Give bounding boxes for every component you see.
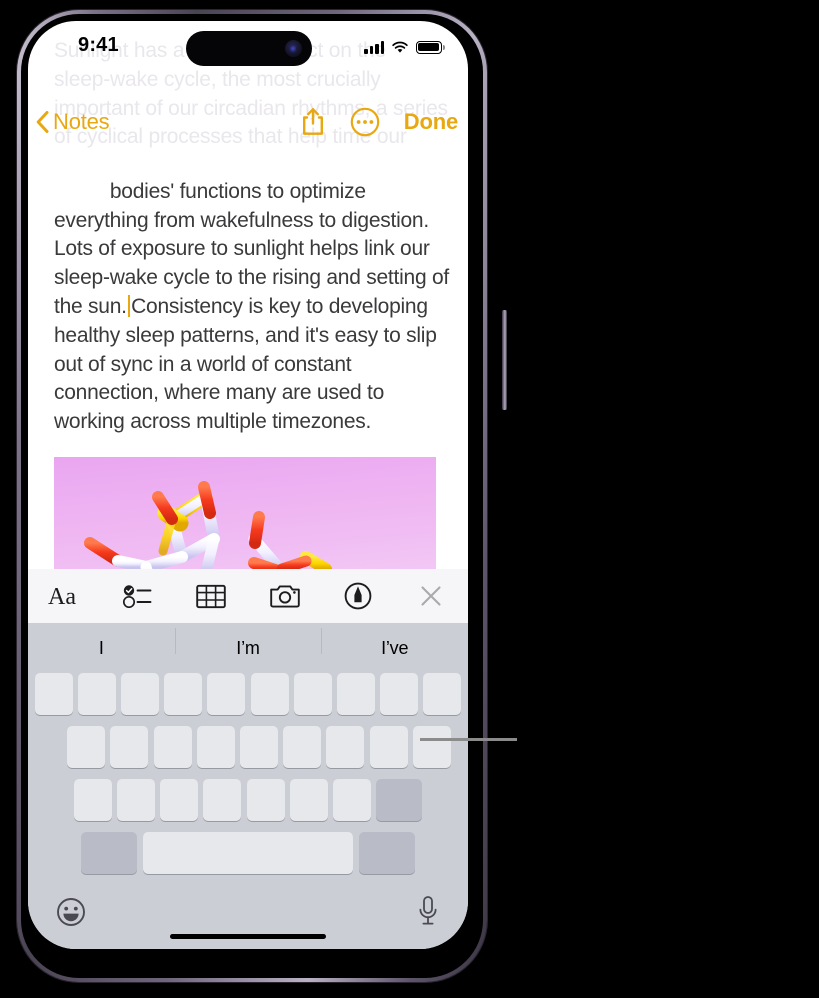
key[interactable] [246, 779, 285, 821]
note-format-toolbar: Aa [28, 569, 468, 623]
key[interactable] [164, 673, 203, 715]
key[interactable] [121, 673, 160, 715]
markup-pen-icon [344, 582, 372, 610]
key[interactable] [160, 779, 199, 821]
prediction-3[interactable]: I’ve [321, 627, 468, 659]
cellular-bars-icon [364, 40, 384, 54]
format-aa-icon: Aa [48, 584, 76, 609]
key[interactable] [293, 673, 332, 715]
key[interactable] [153, 726, 192, 768]
status-bar: 9:41 [28, 21, 468, 73]
done-button[interactable]: Done [404, 109, 458, 135]
table-icon [196, 584, 227, 608]
microphone-icon[interactable] [416, 895, 440, 927]
iphone-screen: Sunlight has a powerful effect on the sl… [28, 21, 468, 949]
checklist-icon [122, 585, 152, 608]
key[interactable] [289, 779, 328, 821]
key[interactable] [380, 673, 419, 715]
back-label: Notes [53, 109, 110, 134]
leader-line-to-keyboard-key [420, 738, 517, 741]
numbers-key[interactable] [81, 832, 137, 874]
key[interactable] [240, 726, 278, 768]
battery-full-icon [416, 40, 445, 54]
key[interactable] [207, 673, 246, 715]
key[interactable] [67, 726, 106, 768]
keyboard-row-1 [28, 673, 468, 715]
space-key[interactable] [143, 832, 353, 874]
prediction-2[interactable]: I’m [174, 627, 322, 659]
key[interactable] [110, 726, 149, 768]
return-key[interactable] [359, 832, 415, 874]
key[interactable] [73, 779, 112, 821]
close-keyboard-button[interactable] [395, 569, 468, 623]
key[interactable] [196, 726, 235, 768]
key[interactable] [332, 779, 371, 821]
navigation-bar: Notes Done [28, 107, 468, 149]
camera-button[interactable] [248, 569, 321, 623]
power-button[interactable] [502, 310, 507, 410]
molecule-image-attachment[interactable] [54, 457, 436, 569]
key[interactable] [369, 726, 408, 768]
nav-actions: Done [300, 107, 458, 137]
share-icon[interactable] [300, 107, 326, 137]
back-to-notes-button[interactable]: Notes [36, 109, 110, 135]
software-keyboard: I I’m I’ve [28, 623, 468, 949]
key[interactable] [117, 779, 156, 821]
backspace-key[interactable] [376, 779, 423, 821]
key[interactable] [326, 726, 365, 768]
keyboard-bottom-row [28, 891, 468, 949]
dynamic-island [186, 31, 312, 66]
status-time: 9:41 [78, 34, 119, 56]
key-callout-target[interactable] [412, 726, 451, 768]
checklist-button[interactable] [101, 569, 174, 623]
table-button[interactable] [175, 569, 248, 623]
note-content-area[interactable]: bodies' functions to optimize everything… [28, 149, 468, 569]
keyboard-row-4 [28, 832, 468, 874]
key[interactable] [34, 673, 73, 715]
home-indicator[interactable] [170, 934, 326, 939]
front-camera-icon [285, 40, 302, 57]
key[interactable] [283, 726, 322, 768]
status-indicators [364, 37, 445, 57]
note-body-text[interactable]: bodies' functions to optimize everything… [54, 149, 450, 466]
prediction-1[interactable]: I [28, 638, 175, 659]
keyboard-row-3 [28, 779, 468, 821]
iphone-device-frame: Sunlight has a powerful effect on the sl… [17, 10, 507, 982]
svg-text:Aa: Aa [48, 584, 76, 609]
molecule-structure-graphic [84, 481, 332, 569]
key[interactable] [336, 673, 375, 715]
key[interactable] [250, 673, 289, 715]
chevron-left-icon [36, 111, 49, 133]
predictive-text-bar: I I’m I’ve [28, 623, 468, 673]
close-x-icon [421, 586, 441, 606]
key[interactable] [77, 673, 116, 715]
keyboard-row-2 [28, 726, 468, 768]
emoji-smiley-icon[interactable] [56, 897, 86, 927]
screenshot-stage: Sunlight has a powerful effect on the sl… [0, 0, 819, 998]
more-ellipsis-circle-icon[interactable] [350, 107, 380, 137]
format-button[interactable]: Aa [28, 569, 101, 623]
text-cursor [127, 294, 131, 317]
key[interactable] [203, 779, 242, 821]
markup-button[interactable] [321, 569, 394, 623]
key[interactable] [423, 673, 462, 715]
camera-icon [269, 585, 300, 608]
wifi-icon [392, 41, 408, 53]
